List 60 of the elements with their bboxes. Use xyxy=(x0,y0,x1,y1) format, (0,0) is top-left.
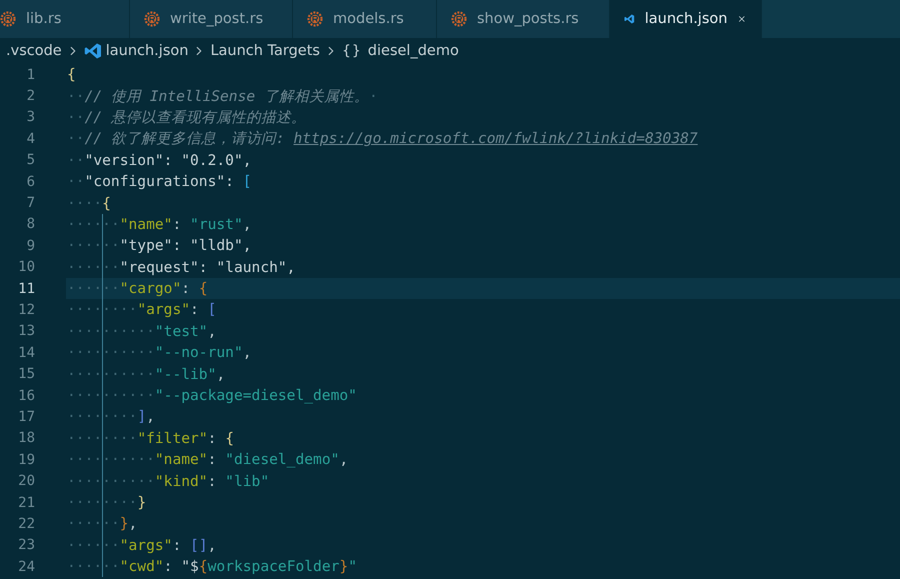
line-number: 3 xyxy=(26,109,35,126)
line-number: 13 xyxy=(17,323,35,340)
editor-tab[interactable]: lib.rs xyxy=(0,0,130,38)
line-number: 24 xyxy=(17,558,35,575)
code-line: ······"args": [], xyxy=(66,534,218,556)
breadcrumb-item[interactable]: launch.json xyxy=(106,43,188,59)
line-number: 19 xyxy=(17,452,35,468)
breadcrumb-item[interactable]: Launch Targets xyxy=(210,43,320,59)
link[interactable]: https://go.microsoft.com/fwlink/?linkid=830387 xyxy=(294,130,698,148)
gear-icon xyxy=(0,11,16,27)
line-number: 7 xyxy=(26,195,35,212)
line-number: 2 xyxy=(26,88,35,104)
line-number: 9 xyxy=(26,238,35,254)
code-line: ··········"test", xyxy=(66,320,900,342)
line-number: 1 xyxy=(26,66,35,83)
code-line: ······"request": "launch", xyxy=(66,256,296,278)
breadcrumb-item[interactable]: diesel_demo xyxy=(368,43,459,59)
line-number: 17 xyxy=(17,408,35,425)
code-line: ······"name": "rust", xyxy=(66,214,900,236)
code-line: { xyxy=(66,65,77,86)
line-number: 15 xyxy=(17,366,35,382)
gear-icon xyxy=(451,11,467,27)
code-line: ······"type": "lldb", xyxy=(66,235,900,257)
code-line: ········"args": [ xyxy=(66,299,900,321)
code-line: ··// 欲了解更多信息，请访问: https://go.microsoft.com/fwlink/?linkid=830387 xyxy=(66,129,699,150)
code-line: ········], xyxy=(66,406,900,428)
line-number: 6 xyxy=(26,174,35,190)
line-number: 5 xyxy=(26,152,35,168)
line-number: 8 xyxy=(26,216,35,232)
code-line: ······"cwd": "${workspaceFolder}" xyxy=(66,556,900,578)
code-line: ··········"--no-run", xyxy=(66,342,253,364)
braces-icon: {} xyxy=(342,43,362,59)
code-line: ······}, xyxy=(66,513,900,535)
line-number: 10 xyxy=(17,259,35,276)
code-line: ··// 悬停以查看现有属性的描述。 xyxy=(66,108,307,128)
line-number: 11 xyxy=(17,280,35,297)
code-line: ··"configurations": [ xyxy=(66,172,253,192)
code-line: ··········"kind": "lib" xyxy=(66,470,900,492)
line-number: 14 xyxy=(17,344,35,361)
gear-icon xyxy=(144,11,160,27)
code-line: ··"version": "0.2.0", xyxy=(66,150,253,171)
code-line: ··········"--lib", xyxy=(66,363,900,385)
breadcrumb-item[interactable]: .vscode xyxy=(6,43,62,59)
gear-icon xyxy=(307,11,323,27)
line-number: 16 xyxy=(17,388,35,404)
line-number: 22 xyxy=(17,516,35,532)
vscode-icon xyxy=(84,42,102,60)
code-line: ··········"name": "diesel_demo", xyxy=(66,449,350,470)
line-number: 21 xyxy=(17,494,35,510)
code-line: ········} xyxy=(66,492,900,514)
code-line: ········"filter": { xyxy=(66,428,900,450)
line-number: 23 xyxy=(17,537,35,554)
code-line: ····{ xyxy=(66,194,112,214)
code-line: ··// 使用 IntelliSense 了解相关属性。· xyxy=(66,86,379,107)
line-number: 4 xyxy=(26,130,35,147)
editor-tab[interactable]: launch.json xyxy=(610,0,762,38)
code-line: ··········"--package=diesel_demo" xyxy=(66,384,900,406)
line-number: 12 xyxy=(17,302,35,318)
line-number: 20 xyxy=(17,473,35,490)
line-number: 18 xyxy=(17,430,35,446)
